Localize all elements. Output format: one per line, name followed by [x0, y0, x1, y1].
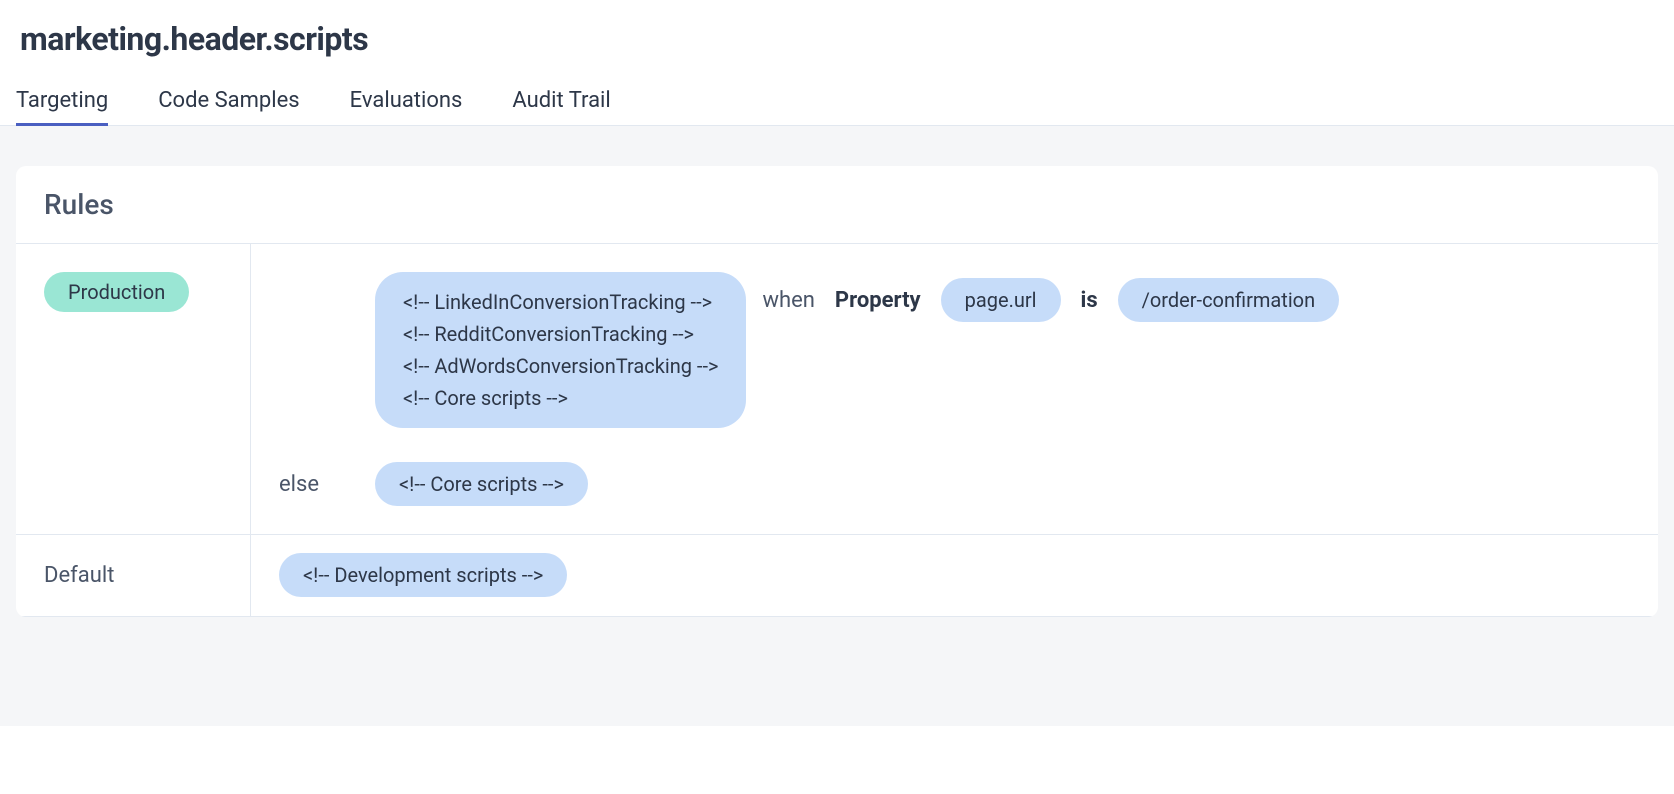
- page-title: marketing.header.scripts: [20, 20, 1654, 58]
- operator-keyword: is: [1081, 288, 1098, 313]
- tab-code-samples[interactable]: Code Samples: [158, 88, 299, 125]
- rules-card-header: Rules: [16, 166, 1658, 244]
- script-line: <!-- LinkedInConversionTracking -->: [403, 286, 718, 318]
- property-value-pill[interactable]: page.url: [941, 278, 1061, 322]
- else-value-pill[interactable]: <!-- Core scripts -->: [375, 462, 588, 506]
- rule-row-default: Default <!-- Development scripts -->: [16, 535, 1658, 617]
- rule-label-cell: Default: [16, 535, 251, 616]
- content-area: Rules Production <!-- LinkedInConversion…: [0, 126, 1674, 726]
- property-keyword: Property: [835, 288, 921, 313]
- rule-label-cell: Production: [16, 244, 251, 534]
- tabs: Targeting Code Samples Evaluations Audit…: [0, 58, 1674, 126]
- rule-content-cell: <!-- Development scripts -->: [251, 535, 1658, 616]
- script-line: <!-- AdWordsConversionTracking -->: [403, 350, 718, 382]
- header: marketing.header.scripts: [0, 0, 1674, 58]
- else-clause: else <!-- Core scripts -->: [279, 462, 1630, 506]
- tab-audit-trail[interactable]: Audit Trail: [512, 88, 610, 125]
- when-keyword: when: [762, 288, 814, 313]
- rule-content-cell: <!-- LinkedInConversionTracking --> <!--…: [251, 244, 1658, 534]
- tab-evaluations[interactable]: Evaluations: [350, 88, 463, 125]
- environment-pill[interactable]: Production: [44, 272, 189, 312]
- rule-row: Production <!-- LinkedInConversionTracki…: [16, 244, 1658, 535]
- rules-card: Rules Production <!-- LinkedInConversion…: [16, 166, 1658, 617]
- default-label: Default: [44, 563, 114, 588]
- value-pill-multiline[interactable]: <!-- LinkedInConversionTracking --> <!--…: [375, 272, 746, 428]
- script-line: <!-- Core scripts -->: [403, 382, 718, 414]
- default-value-pill[interactable]: <!-- Development scripts -->: [279, 553, 567, 597]
- match-value-pill[interactable]: /order-confirmation: [1118, 278, 1340, 322]
- tab-targeting[interactable]: Targeting: [16, 88, 108, 125]
- condition-group: when Property page.url is /order-confirm…: [762, 272, 1339, 322]
- else-keyword: else: [279, 472, 359, 497]
- when-clause: <!-- LinkedInConversionTracking --> <!--…: [279, 272, 1630, 428]
- script-line: <!-- RedditConversionTracking -->: [403, 318, 718, 350]
- rules-title: Rules: [44, 188, 1630, 221]
